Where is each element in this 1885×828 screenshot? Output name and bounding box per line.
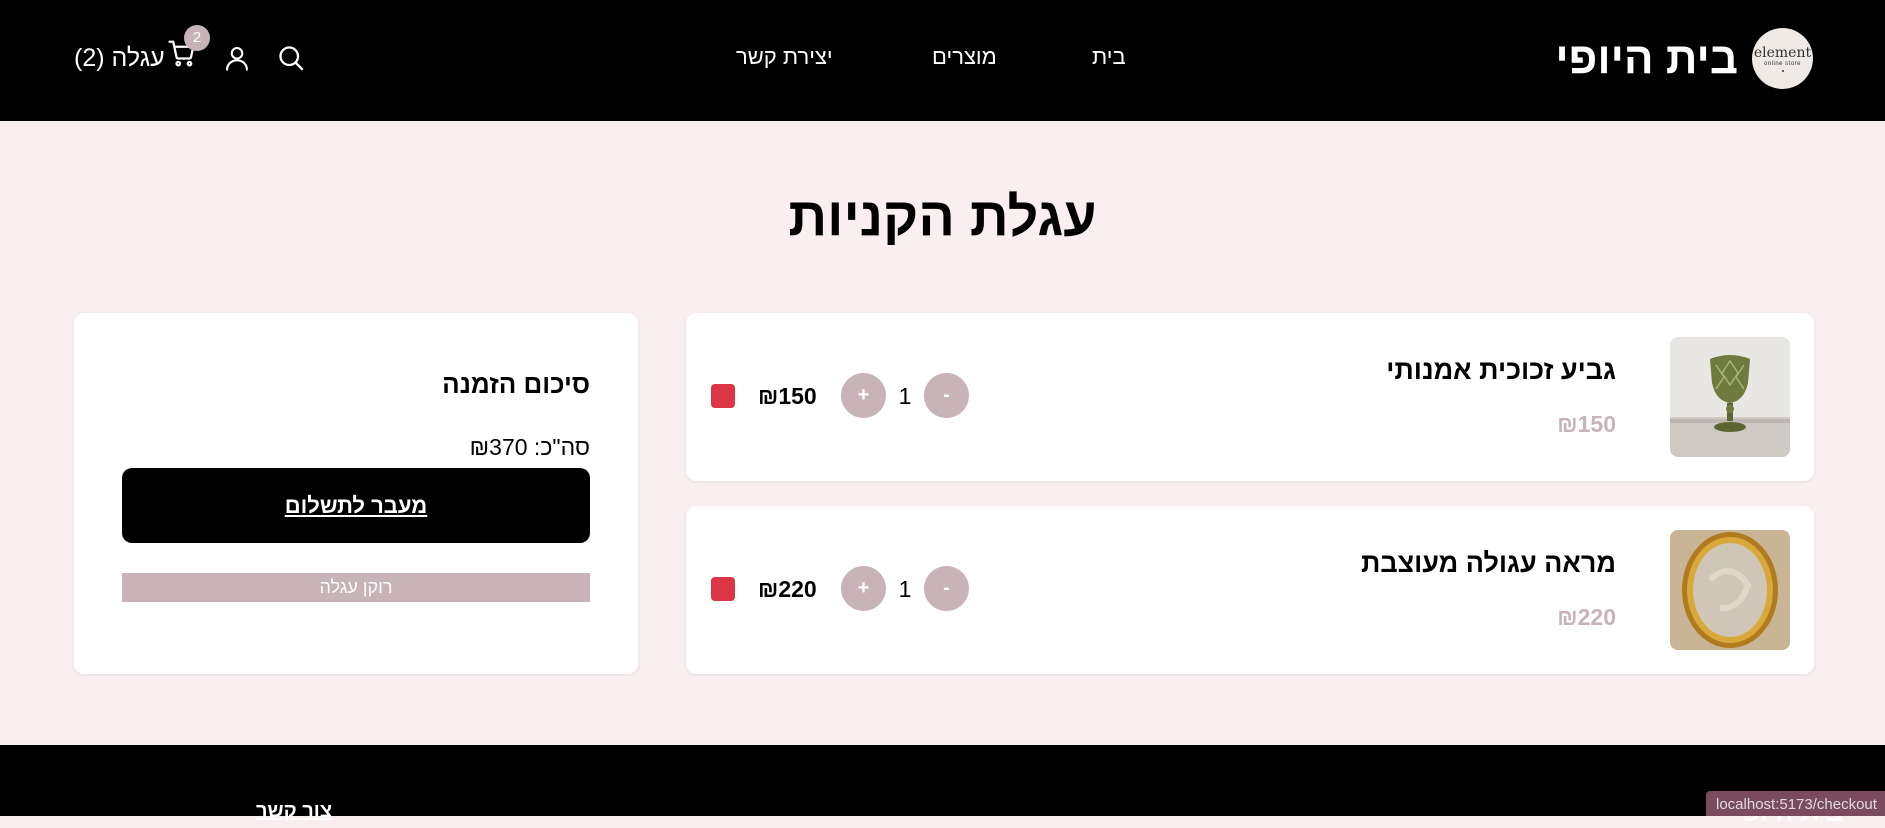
logo-subtext: online store <box>1763 60 1802 67</box>
checkout-button[interactable]: מעבר לתשלום <box>122 468 590 543</box>
decrease-quantity-button[interactable]: - <box>924 373 969 418</box>
order-total: סה"כ: ₪370 <box>469 434 590 460</box>
nav-contact[interactable]: יצירת קשר <box>736 44 833 74</box>
nav-products[interactable]: מוצרים <box>932 44 997 74</box>
brand-name: בית היופי <box>1555 33 1738 83</box>
status-bar-url: localhost:5173/checkout <box>1706 791 1885 816</box>
summary-title: סיכום הזמנה <box>442 369 590 399</box>
site-header: element online store בית היופי בית מוצרי… <box>0 0 1885 121</box>
cart-item: גביע זכוכית אמנותי ₪150 - 1 + ₪150 <box>686 313 1814 481</box>
quantity-value: 1 <box>898 576 912 602</box>
item-name: גביע זכוכית אמנותי <box>1386 355 1616 385</box>
cart-item: מראה עגולה מעוצבת ₪220 - 1 + ₪220 <box>686 506 1814 674</box>
decrease-quantity-button[interactable]: - <box>924 566 969 611</box>
brand[interactable]: element online store בית היופי <box>1555 28 1813 89</box>
line-total: ₪220 <box>758 576 817 602</box>
footer-contact-link[interactable]: צור קשר <box>256 800 332 823</box>
cart-count-badge: 2 <box>184 25 210 51</box>
order-summary: סיכום הזמנה סה"כ: ₪370 מעבר לתשלום רוקן … <box>74 313 638 674</box>
increase-quantity-button[interactable]: + <box>841 566 886 611</box>
increase-quantity-button[interactable]: + <box>841 373 886 418</box>
quantity-value: 1 <box>898 383 912 409</box>
search-icon[interactable] <box>277 44 305 77</box>
page-title: עגלת הקניות <box>788 187 1097 247</box>
remove-item-button[interactable] <box>711 577 735 601</box>
user-icon[interactable] <box>223 44 251 77</box>
logo[interactable]: element online store <box>1752 28 1813 89</box>
clear-cart-button[interactable]: רוקן עגלה <box>122 573 590 602</box>
product-image-mirror[interactable] <box>1670 530 1790 650</box>
logo-dot <box>1781 69 1784 72</box>
item-price: ₪220 <box>1557 604 1616 630</box>
nav-home[interactable]: בית <box>1092 44 1126 74</box>
line-total: ₪150 <box>758 383 817 409</box>
product-image-goblet[interactable] <box>1670 337 1790 457</box>
item-price: ₪150 <box>1557 411 1616 437</box>
item-name: מראה עגולה מעוצבת <box>1360 548 1616 578</box>
logo-text: element <box>1753 44 1812 61</box>
site-footer: צור קשר בית היופי <box>0 745 1885 827</box>
remove-item-button[interactable] <box>711 384 735 408</box>
cart-label[interactable]: עגלה (2) <box>74 44 165 73</box>
